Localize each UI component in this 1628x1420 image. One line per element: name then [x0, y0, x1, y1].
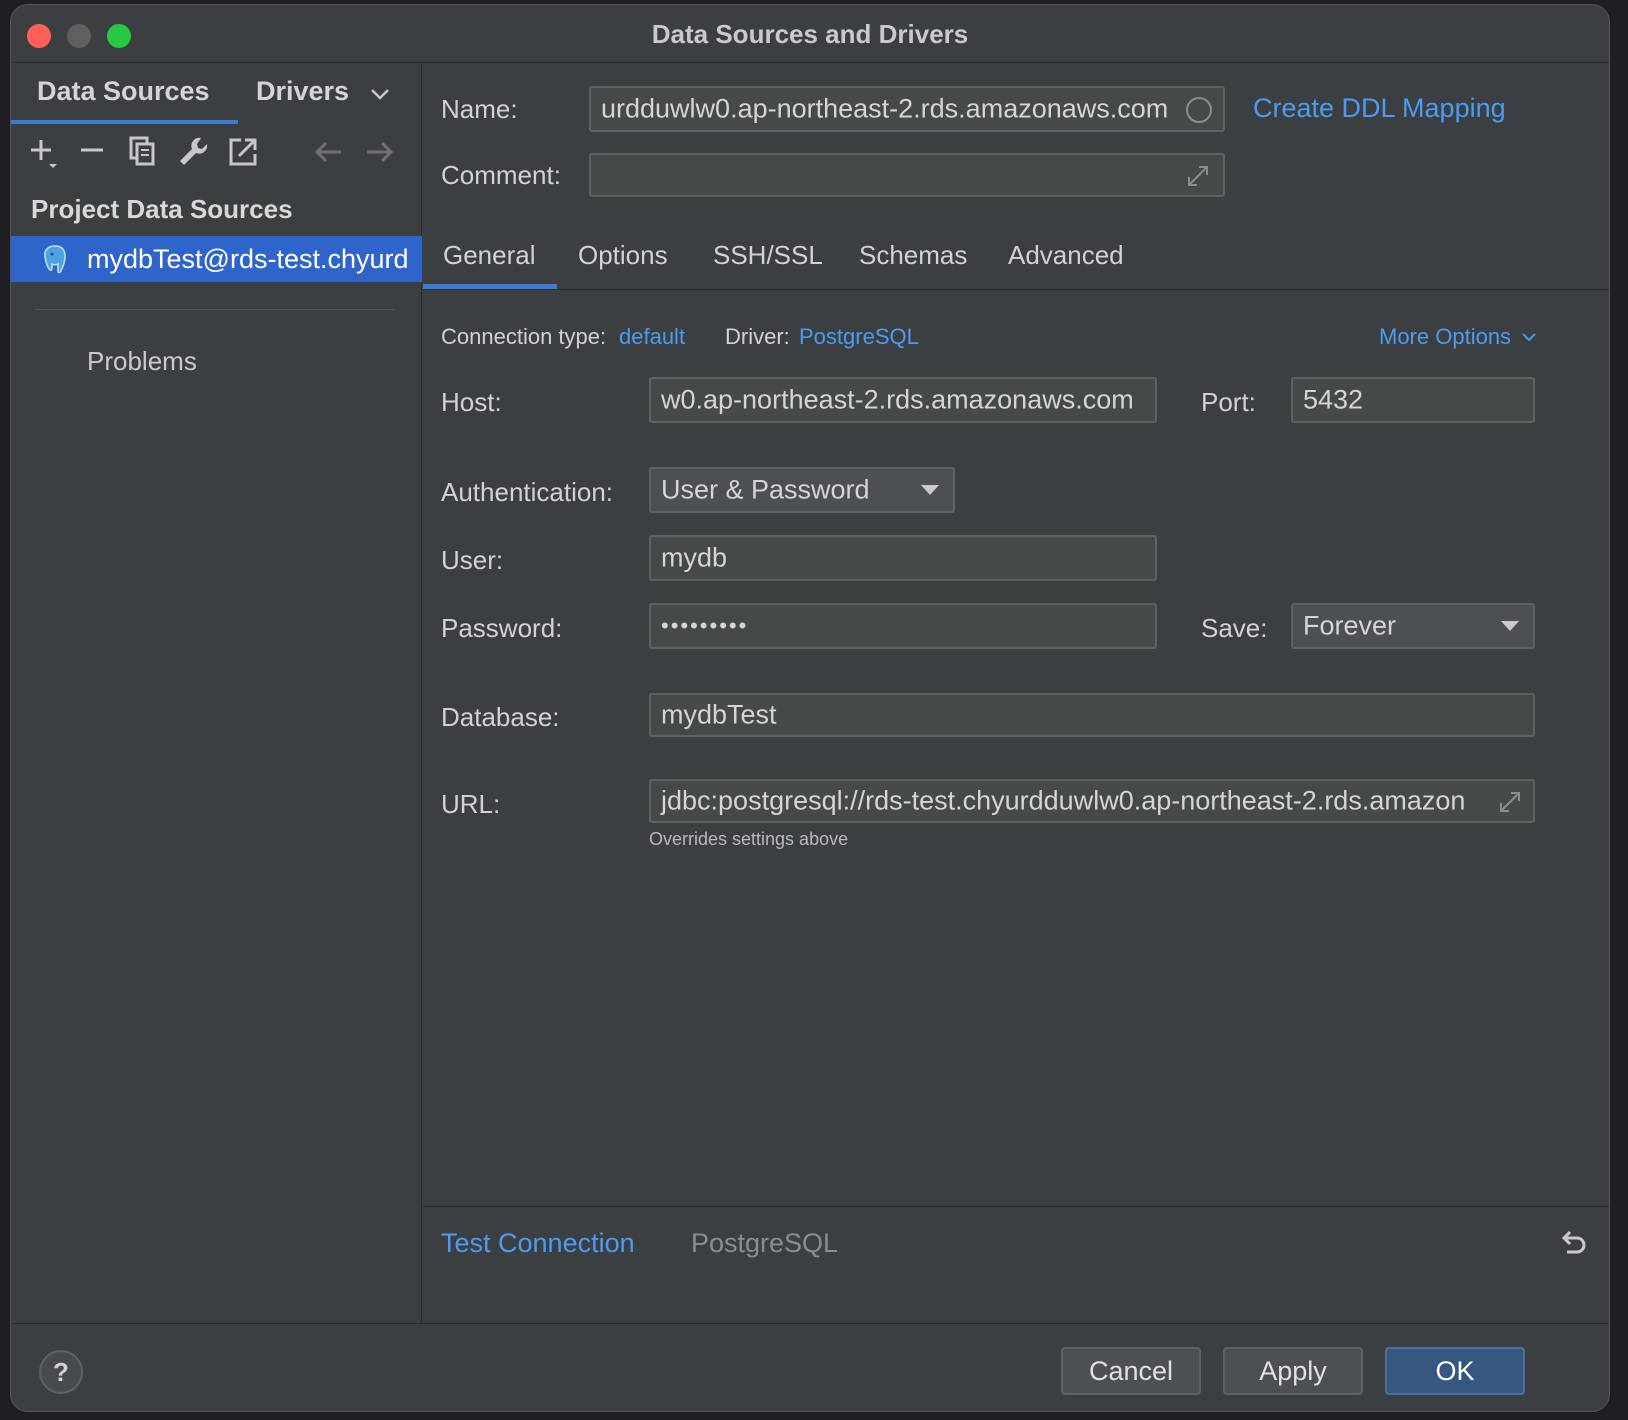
add-icon[interactable] — [27, 134, 63, 170]
sidebar-toolbar — [11, 126, 421, 186]
sidebar: Data Sources Drivers Project Data Source… — [11, 64, 422, 1323]
url-field[interactable]: jdbc:postgresql://rds-test.chyurdduwlw0.… — [649, 779, 1535, 823]
forward-arrow-icon[interactable] — [361, 134, 397, 170]
wrench-icon[interactable] — [175, 134, 211, 170]
user-label: User: — [441, 545, 504, 575]
cancel-button[interactable]: Cancel — [1061, 1347, 1201, 1395]
comment-label: Comment: — [441, 160, 561, 190]
connection-type-label: Connection type: — [441, 324, 607, 349]
window-title: Data Sources and Drivers — [651, 19, 969, 49]
divider — [35, 309, 395, 310]
save-dropdown[interactable]: Forever — [1291, 603, 1535, 649]
authentication-value: User & Password — [661, 474, 870, 505]
driver-name-label: PostgreSQL — [691, 1228, 839, 1258]
password-label: Password: — [441, 613, 563, 643]
export-icon[interactable] — [225, 134, 261, 170]
comment-field[interactable] — [589, 153, 1225, 197]
tab-options[interactable]: Options — [578, 240, 668, 271]
settings-tabs: General Options SSH/SSL Schemas Advanced — [423, 234, 1609, 290]
test-connection-link[interactable]: Test Connection — [441, 1228, 635, 1259]
more-options-link[interactable]: More Options — [1379, 324, 1536, 350]
save-label: Save: — [1201, 613, 1268, 643]
database-label: Database: — [441, 702, 560, 732]
help-button[interactable]: ? — [39, 1350, 83, 1394]
password-field[interactable]: ••••••••• — [649, 603, 1157, 649]
main-panel: Name: urdduwlw0.ap-northeast-2.rds.amazo… — [423, 64, 1609, 1323]
host-label: Host: — [441, 387, 502, 417]
authentication-label: Authentication: — [441, 477, 614, 507]
url-hint: Overrides settings above — [649, 829, 849, 849]
section-header-project-data-sources: Project Data Sources — [31, 194, 293, 224]
database-field[interactable]: mydbTest — [649, 693, 1535, 737]
port-field[interactable]: 5432 — [1291, 377, 1535, 423]
url-value: jdbc:postgresql://rds-test.chyurdduwlw0.… — [661, 785, 1466, 816]
more-options-label: More Options — [1379, 324, 1512, 349]
host-value: w0.ap-northeast-2.rds.amazonaws.com — [661, 384, 1134, 415]
create-ddl-mapping-link[interactable]: Create DDL Mapping — [1253, 93, 1506, 124]
database-value: mydbTest — [661, 699, 777, 730]
save-value: Forever — [1303, 610, 1397, 641]
driver-link[interactable]: PostgreSQL — [799, 324, 919, 350]
sidebar-tabs: Data Sources Drivers — [11, 64, 421, 124]
port-label: Port: — [1201, 387, 1256, 417]
connection-type-link[interactable]: default — [619, 324, 685, 350]
driver-label: Driver: — [725, 324, 790, 349]
remove-icon[interactable] — [75, 134, 111, 170]
apply-button[interactable]: Apply — [1223, 1347, 1363, 1395]
divider — [423, 1206, 1609, 1207]
tab-general[interactable]: General — [443, 240, 536, 271]
name-label: Name: — [441, 94, 518, 124]
title-bar: Data Sources and Drivers — [11, 5, 1609, 63]
dropdown-arrow-icon — [921, 485, 939, 495]
data-source-item[interactable]: mydbTest@rds-test.chyurd — [11, 236, 422, 282]
duplicate-icon[interactable] — [125, 134, 161, 170]
expand-icon[interactable] — [1185, 163, 1211, 189]
tab-ssh-ssl[interactable]: SSH/SSL — [713, 240, 823, 271]
name-value: urdduwlw0.ap-northeast-2.rds.amazonaws.c… — [601, 93, 1169, 124]
authentication-dropdown[interactable]: User & Password — [649, 467, 955, 513]
revert-icon[interactable] — [1557, 1228, 1587, 1258]
chevron-down-icon — [1522, 333, 1536, 342]
dropdown-arrow-icon — [1501, 621, 1519, 631]
tab-data-sources[interactable]: Data Sources — [11, 76, 238, 124]
name-field[interactable]: urdduwlw0.ap-northeast-2.rds.amazonaws.c… — [589, 86, 1225, 132]
dialog-footer: ? Cancel Apply OK — [11, 1323, 1609, 1411]
chevron-down-icon[interactable] — [369, 86, 391, 102]
problems-item[interactable]: Problems — [87, 346, 197, 377]
expand-icon[interactable] — [1497, 789, 1523, 815]
user-field[interactable]: mydb — [649, 535, 1157, 581]
url-label: URL: — [441, 789, 501, 819]
color-circle-icon[interactable] — [1185, 96, 1213, 124]
port-value: 5432 — [1303, 384, 1364, 415]
ok-button[interactable]: OK — [1385, 1347, 1525, 1395]
tab-advanced[interactable]: Advanced — [1008, 240, 1124, 271]
data-source-label: mydbTest@rds-test.chyurd — [87, 244, 409, 274]
postgresql-elephant-icon — [44, 245, 66, 274]
back-arrow-icon[interactable] — [311, 134, 347, 170]
tab-drivers[interactable]: Drivers — [256, 76, 349, 107]
tab-schemas[interactable]: Schemas — [859, 240, 967, 271]
data-sources-dialog: Data Sources and Drivers Data Sources Dr… — [10, 4, 1610, 1412]
password-value: ••••••••• — [661, 613, 749, 638]
user-value: mydb — [661, 542, 728, 573]
active-tab-indicator — [423, 284, 557, 289]
host-field[interactable]: w0.ap-northeast-2.rds.amazonaws.com — [649, 377, 1157, 423]
